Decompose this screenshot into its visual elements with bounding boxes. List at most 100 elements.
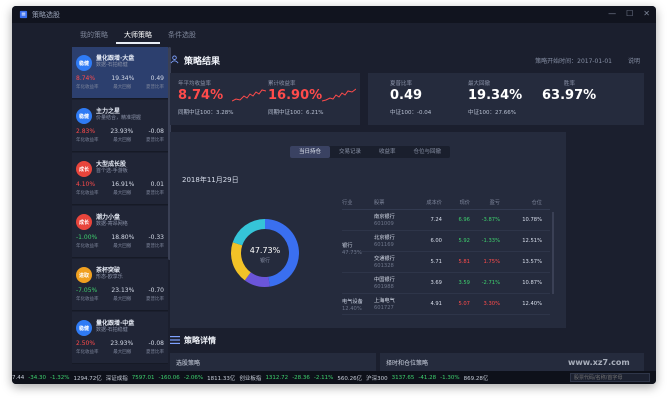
tab-returns[interactable]: 收益率 (370, 146, 405, 158)
industry-cell (342, 273, 374, 293)
stock-name: 上海电气 (374, 298, 395, 304)
tab-bar: 我的策略 大师策略 条件选股 (72, 28, 204, 44)
industry-cell: 银行 47.73% (342, 210, 374, 256)
tab-trade-records[interactable]: 交易记录 (330, 146, 370, 158)
ticker-item: 7.44 (12, 374, 25, 381)
tab-condition-select[interactable]: 条件选股 (160, 28, 204, 44)
cumulative-return-compare: 同期中证100：6.21% (268, 110, 324, 116)
maximize-button[interactable]: ☐ (626, 9, 633, 18)
column-header[interactable]: 现价 (442, 196, 470, 209)
stock-cell: 上海电气 601727 (374, 294, 420, 314)
profit-loss: -1.33% (481, 238, 500, 244)
ticker-item: 560.26亿 (337, 375, 363, 382)
ticker-item: -1.32% (49, 374, 70, 381)
strategy-card[interactable]: 稳健 量化跟增·中盘 数据-石拍稳健 2.50% 23.93% -0.08 年化收益率 最大回… (72, 312, 168, 364)
ticker-item: 沪深300 (366, 375, 388, 382)
app-window: 策略选股 — ☐ ✕ 我的策略 大师策略 条件选股 稳健 量化跟增·大盘 数据-石拍… (12, 6, 656, 384)
column-header[interactable]: 股票 (374, 196, 420, 209)
ticker-item: -2.06% (183, 374, 204, 381)
strategy-annual-return: 8.74% (76, 75, 96, 82)
annual-return-compare: 同期中证100：3.28% (178, 110, 234, 116)
profit-loss: 3.30% (483, 301, 500, 307)
ticker-item: 1811.33亿 (207, 375, 236, 382)
strategy-values: 2.50% 23.93% -0.08 (76, 340, 164, 347)
annual-return-value: 8.74% (178, 88, 224, 103)
position-weight: 10.78% (522, 217, 542, 223)
column-header[interactable]: 行业 (342, 196, 374, 209)
strategy-value-labels: 年化收益率 最大回撤 夏普比率 (76, 243, 164, 249)
strategy-sharpe: -0.08 (148, 340, 164, 347)
strategy-value-labels: 年化收益率 最大回撤 夏普比率 (76, 296, 164, 302)
strategy-subtitle: 价量结合，精准把握 (96, 115, 142, 121)
strategy-values: 2.83% 23.93% -0.08 (76, 128, 164, 135)
strategy-values: -7.05% 23.13% -0.70 (76, 287, 164, 294)
donut-slice[interactable] (232, 219, 265, 246)
ticker-item: 869.28亿 (463, 375, 489, 382)
strategy-annual-return-label: 年化收益率 (76, 191, 99, 196)
cost-price: 3.69 (430, 280, 442, 286)
sharpe-compare: 中证100：-0.04 (390, 110, 432, 116)
tab-my-strategy[interactable]: 我的策略 (72, 28, 116, 44)
close-button[interactable]: ✕ (643, 9, 650, 18)
column-header[interactable]: 成本价 (420, 196, 442, 209)
cost-price: 5.71 (430, 259, 442, 265)
strategy-max-drawdown: 23.93% (110, 340, 134, 347)
title-bar: 策略选股 — ☐ ✕ (12, 6, 656, 23)
strategy-max-drawdown-label: 最大回撤 (113, 244, 132, 249)
column-header[interactable]: 盈亏 (470, 196, 500, 209)
current-price: 6.96 (458, 217, 470, 223)
ticker-item: -34.30 (28, 374, 46, 381)
strategy-card[interactable]: 稳健 主力之星 价量结合，精准把握 2.83% 23.93% -0.08 年化收益率 最大回撤… (72, 100, 168, 152)
ticker-item: -28.36 (292, 374, 310, 381)
strategy-sharpe: 0.49 (150, 75, 164, 82)
current-price: 3.59 (458, 280, 470, 286)
cost-price: 4.91 (430, 301, 442, 307)
current-price: 5.92 (458, 238, 470, 244)
strategy-badge: 稳健 (76, 55, 92, 71)
strategy-badge: 成长 (76, 214, 92, 230)
strategy-sharpe: -0.08 (148, 128, 164, 135)
industry-name: 电气设备 (342, 299, 363, 305)
table-row[interactable]: 北京银行 601169 6.00 5.92 -1.33% 12.51% (342, 231, 550, 252)
strategy-max-drawdown-label: 最大回撤 (113, 297, 132, 302)
stock-name: 交通银行 (374, 256, 395, 262)
strategy-values: 4.10% 16.91% 0.01 (76, 181, 164, 188)
app-icon (19, 10, 28, 19)
strategy-card[interactable]: 成长 大型成长股 首个选-手游板 4.10% 16.91% 0.01 年化收益率 最大回撤 夏普… (72, 153, 168, 205)
strategy-max-drawdown: 23.13% (111, 287, 135, 294)
table-row[interactable]: 中国银行 601988 3.69 3.59 -2.71% 10.87% (342, 273, 550, 294)
strategy-annual-return: -7.05% (76, 287, 98, 294)
table-scrollbar[interactable] (552, 212, 554, 294)
column-header[interactable]: 仓位 (500, 196, 542, 209)
timing-position-label: 择时和仓位策略 (386, 360, 429, 367)
ticker-item: 3137.65 (391, 374, 415, 381)
stock-cell: 北京银行 601169 (374, 231, 420, 251)
strategy-card[interactable]: 成长 潮力小盘 数据-寄昂网络 -1.00% 18.80% -0.33 年化收益率 最大回撤夏… (72, 206, 168, 258)
stock-selection-label: 选股策略 (176, 360, 201, 367)
table-row[interactable]: 银行 47.73% 南京银行 601009 7.24 6.96 -3.87% 10.78% (342, 210, 550, 256)
strategy-annual-return-label: 年化收益率 (76, 138, 99, 143)
strategy-list: 稳健 量化跟增·大盘 数据-石拍稳健 8.74% 19.34% 0.49 年化收益率 最大回撤… (72, 47, 176, 367)
cost-price: 6.00 (430, 238, 442, 244)
position-weight: 13.57% (522, 259, 542, 265)
strategy-card[interactable]: 进取 茶杯突破 形态-欧享乐 -7.05% 23.13% -0.70 年化收益率 最大回撤 夏普… (72, 259, 168, 311)
strategy-max-drawdown: 18.80% (111, 234, 135, 241)
details-header: 策略详情 (170, 333, 640, 347)
stock-search-input[interactable] (570, 373, 650, 382)
tab-current-holdings[interactable]: 当日持仓 (290, 146, 331, 158)
tab-master-strategy[interactable]: 大师策略 (116, 28, 160, 44)
table-row[interactable]: 电气设备 12.40% 上海电气 601727 4.91 5.07 3.30% 12.40% (342, 294, 550, 315)
help-link[interactable]: 说明 (628, 56, 640, 65)
strategy-card[interactable]: 稳健 量化跟增·大盘 数据-石拍稳健 8.74% 19.34% 0.49 年化收益率 最大回撤… (72, 47, 168, 99)
holdings-table: 行业 股票 成本价 现价 盈亏 仓位 银行 47.73% 南京银行 601009 7.24 6.96-… (342, 196, 550, 315)
ticker-item: 1312.72 (265, 374, 289, 381)
cumulative-sparkline (322, 88, 356, 102)
window-title: 策略选股 (32, 10, 60, 19)
strategy-value-labels: 年化收益率 最大回撤 夏普比率 (76, 349, 164, 355)
strategy-annual-return-label: 年化收益率 (76, 350, 99, 355)
table-row[interactable]: 交通银行 601328 5.71 5.81 1.75% 13.57% (342, 252, 550, 273)
minimize-button[interactable]: — (608, 9, 616, 18)
industry-cell: 电气设备 12.40% (342, 294, 374, 314)
tab-position-drawdown[interactable]: 仓位与回撤 (405, 146, 451, 158)
ticker-item: -41.28 (418, 374, 437, 381)
